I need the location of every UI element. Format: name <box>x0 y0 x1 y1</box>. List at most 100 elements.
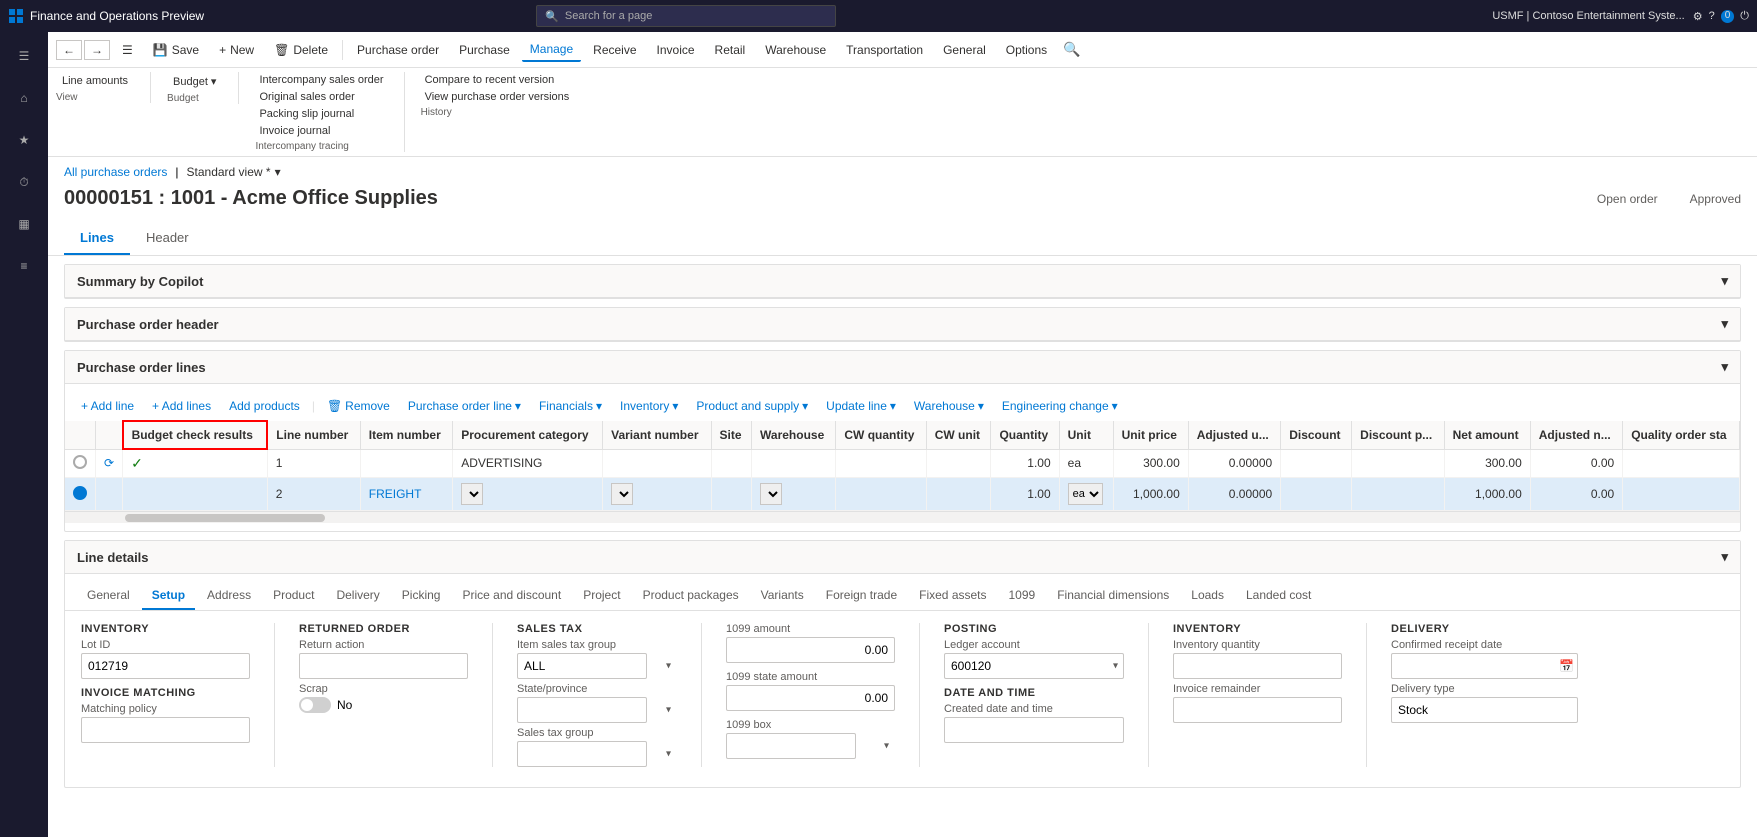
manage-menu[interactable]: Manage <box>522 38 581 62</box>
tab-header[interactable]: Header <box>130 222 205 255</box>
purchase-order-menu[interactable]: Purchase order <box>349 39 447 61</box>
table-row[interactable]: 2 FREIGHT <box>65 478 1740 511</box>
lot-id-input[interactable] <box>81 653 250 679</box>
table-scroll-thumb[interactable] <box>125 514 325 522</box>
receive-menu[interactable]: Receive <box>585 39 644 61</box>
back-button[interactable]: ← <box>56 40 82 60</box>
tab-loads[interactable]: Loads <box>1181 582 1234 610</box>
view-selector[interactable]: Standard view * ▾ <box>187 165 281 179</box>
tab-delivery[interactable]: Delivery <box>326 582 389 610</box>
notification-icon[interactable]: 0 <box>1721 10 1735 23</box>
clock-icon[interactable]: ⏱ <box>4 162 44 202</box>
ledger-account-select[interactable]: 600120 <box>944 653 1124 679</box>
1099-box-select[interactable] <box>726 733 856 759</box>
remove-button[interactable]: 🗑 Remove <box>319 396 398 416</box>
save-button[interactable]: 💾 Save <box>145 39 207 61</box>
matching-policy-input[interactable] <box>81 717 250 743</box>
purchase-order-lines-header[interactable]: Purchase order lines ▾ <box>65 351 1740 384</box>
new-button[interactable]: + New <box>211 39 262 61</box>
add-products-button[interactable]: Add products <box>221 396 308 416</box>
all-purchase-orders-link[interactable]: All purchase orders <box>64 165 167 179</box>
procurement-category-select[interactable] <box>461 483 483 505</box>
summary-copilot-header[interactable]: Summary by Copilot ▾ <box>65 265 1740 298</box>
unit-select[interactable]: ea <box>1068 483 1103 505</box>
tab-product[interactable]: Product <box>263 582 324 610</box>
warehouse-select[interactable] <box>760 483 782 505</box>
packing-slip-journal-button[interactable]: Packing slip journal <box>255 106 387 122</box>
purchase-order-line-button[interactable]: Purchase order line ▾ <box>400 396 529 416</box>
tab-fixed-assets[interactable]: Fixed assets <box>909 582 996 610</box>
intercompany-sales-order-button[interactable]: Intercompany sales order <box>255 72 387 88</box>
inventory-quantity-input[interactable] <box>1173 653 1342 679</box>
line-amounts-button[interactable]: Line amounts <box>56 72 134 90</box>
add-line-button[interactable]: + Add line <box>73 396 142 416</box>
sales-tax-group-select[interactable] <box>517 741 647 767</box>
home-icon[interactable]: ⌂ <box>4 78 44 118</box>
1099-state-input[interactable] <box>726 685 895 711</box>
view-purchase-order-versions-button[interactable]: View purchase order versions <box>421 89 574 105</box>
tab-foreign-trade[interactable]: Foreign trade <box>816 582 907 610</box>
transportation-menu[interactable]: Transportation <box>838 39 931 61</box>
tab-picking[interactable]: Picking <box>392 582 451 610</box>
inventory-button[interactable]: Inventory ▾ <box>612 396 686 416</box>
1099-amount-input[interactable] <box>726 637 895 663</box>
table-icon[interactable]: ▦ <box>4 204 44 244</box>
delivery-type-input[interactable] <box>1391 697 1578 723</box>
col-budget-check[interactable]: Budget check results <box>123 421 268 449</box>
tab-address[interactable]: Address <box>197 582 261 610</box>
add-lines-button[interactable]: + Add lines <box>144 396 219 416</box>
tab-product-packages[interactable]: Product packages <box>633 582 749 610</box>
tab-project[interactable]: Project <box>573 582 630 610</box>
return-action-input[interactable] <box>299 653 468 679</box>
invoice-menu[interactable]: Invoice <box>649 39 703 61</box>
hamburger-menu[interactable]: ☰ <box>4 36 44 76</box>
tab-price-and-discount[interactable]: Price and discount <box>452 582 571 610</box>
settings-icon[interactable]: ⚙ <box>1693 10 1703 23</box>
created-date-input[interactable] <box>944 717 1124 743</box>
list-icon[interactable]: ≡ <box>4 246 44 286</box>
power-icon[interactable]: ⏻ <box>1740 10 1749 23</box>
invoice-remainder-input[interactable] <box>1173 697 1342 723</box>
table-scrollbar[interactable] <box>65 511 1740 523</box>
tab-financial-dimensions[interactable]: Financial dimensions <box>1047 582 1179 610</box>
compare-to-recent-button[interactable]: Compare to recent version <box>421 72 574 88</box>
search-box[interactable]: 🔍 Search for a page <box>536 5 836 27</box>
tab-general[interactable]: General <box>77 582 140 610</box>
purchase-order-header-header[interactable]: Purchase order header ▾ <box>65 308 1740 341</box>
table-row[interactable]: ⟳ ✓ 1 ADVERTISING <box>65 449 1740 478</box>
row-refresh[interactable] <box>96 478 123 511</box>
hamburger-nav[interactable]: ☰ <box>114 39 141 61</box>
tab-variants[interactable]: Variants <box>751 582 814 610</box>
financials-button[interactable]: Financials ▾ <box>531 396 610 416</box>
search-cmd-icon[interactable]: 🔍 <box>1063 41 1080 58</box>
state-province-select[interactable] <box>517 697 647 723</box>
engineering-change-button[interactable]: Engineering change ▾ <box>994 396 1126 416</box>
purchase-menu[interactable]: Purchase <box>451 39 518 61</box>
product-and-supply-button[interactable]: Product and supply ▾ <box>688 396 816 416</box>
tab-1099[interactable]: 1099 <box>999 582 1046 610</box>
invoice-journal-button[interactable]: Invoice journal <box>255 123 387 139</box>
update-line-button[interactable]: Update line ▾ <box>818 396 904 416</box>
budget-button[interactable]: Budget ▾ <box>167 72 222 91</box>
variant-number-select[interactable] <box>611 483 633 505</box>
forward-button[interactable]: → <box>84 40 110 60</box>
line-details-header[interactable]: Line details ▾ <box>65 541 1740 574</box>
confirmed-receipt-date-input[interactable] <box>1391 653 1578 679</box>
warehouse-lines-button[interactable]: Warehouse ▾ <box>906 396 992 416</box>
row-radio[interactable] <box>65 478 96 511</box>
warehouse-menu[interactable]: Warehouse <box>757 39 834 61</box>
tab-lines[interactable]: Lines <box>64 222 130 255</box>
original-sales-order-button[interactable]: Original sales order <box>255 89 387 105</box>
retail-menu[interactable]: Retail <box>707 39 754 61</box>
row-refresh[interactable]: ⟳ <box>96 449 123 478</box>
scrap-toggle[interactable] <box>299 697 331 713</box>
item-sales-tax-select[interactable]: ALL <box>517 653 647 679</box>
tab-landed-cost[interactable]: Landed cost <box>1236 582 1321 610</box>
star-icon[interactable]: ★ <box>4 120 44 160</box>
general-menu[interactable]: General <box>935 39 994 61</box>
help-icon[interactable]: ? <box>1709 10 1715 23</box>
delete-button[interactable]: 🗑 Delete <box>266 39 336 61</box>
row-radio[interactable] <box>65 449 96 478</box>
tab-setup[interactable]: Setup <box>142 582 195 610</box>
options-menu[interactable]: Options <box>998 39 1055 61</box>
